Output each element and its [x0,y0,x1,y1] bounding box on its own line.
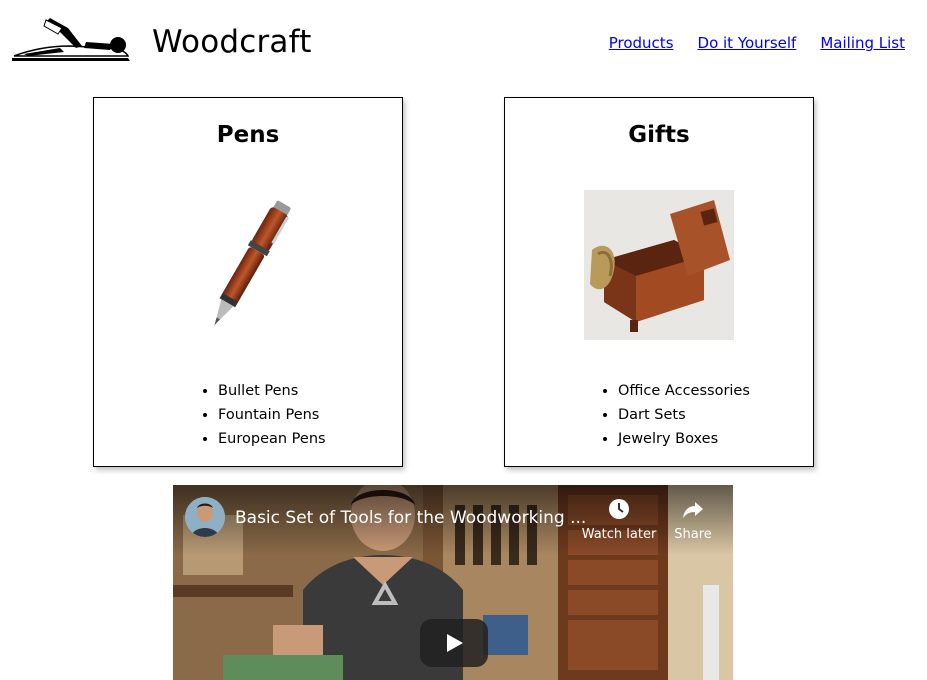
nav-link-products[interactable]: Products [609,34,674,52]
video-title[interactable]: Basic Set of Tools for the Woodworking .… [235,508,586,528]
list-item[interactable]: Dart Sets [618,403,750,427]
product-card-gifts: Gifts Office Accessories Dart Sets Jewel… [504,97,814,467]
list-item[interactable]: Bullet Pens [218,379,326,403]
site-header: Woodcraft Products Do it Yourself Mailin… [0,0,927,90]
main-nav: Products Do it Yourself Mailing List [609,34,905,52]
clock-icon [609,499,629,519]
avatar-image [185,497,225,537]
hand-plane-icon[interactable] [10,16,132,64]
pen-image[interactable] [173,190,323,340]
play-icon [447,634,463,652]
video-embed[interactable]: Basic Set of Tools for the Woodworking .… [173,485,733,680]
product-card-pens: Pens Bullet Pens Fountain Pens European … [93,97,403,467]
list-item[interactable]: Jewelry Boxes [618,427,750,451]
gifts-list: Office Accessories Dart Sets Jewelry Box… [599,379,750,451]
share-button[interactable]: Share [653,497,733,542]
pens-list: Bullet Pens Fountain Pens European Pens [199,379,326,451]
card-title: Gifts [628,122,690,148]
card-title: Pens [216,122,280,148]
watch-later-button[interactable]: Watch later [579,497,659,542]
share-label: Share [674,527,712,542]
nav-link-mailing-list[interactable]: Mailing List [820,34,905,52]
share-icon [683,502,703,518]
list-item[interactable]: Fountain Pens [218,403,326,427]
list-item[interactable]: European Pens [218,427,326,451]
jewelry-box-image[interactable] [584,190,734,340]
play-button[interactable] [420,619,488,667]
nav-link-do-it-yourself[interactable]: Do it Yourself [698,34,797,52]
site-title: Woodcraft [152,24,312,60]
channel-avatar[interactable] [185,497,225,537]
list-item[interactable]: Office Accessories [618,379,750,403]
watch-later-label: Watch later [581,527,657,542]
